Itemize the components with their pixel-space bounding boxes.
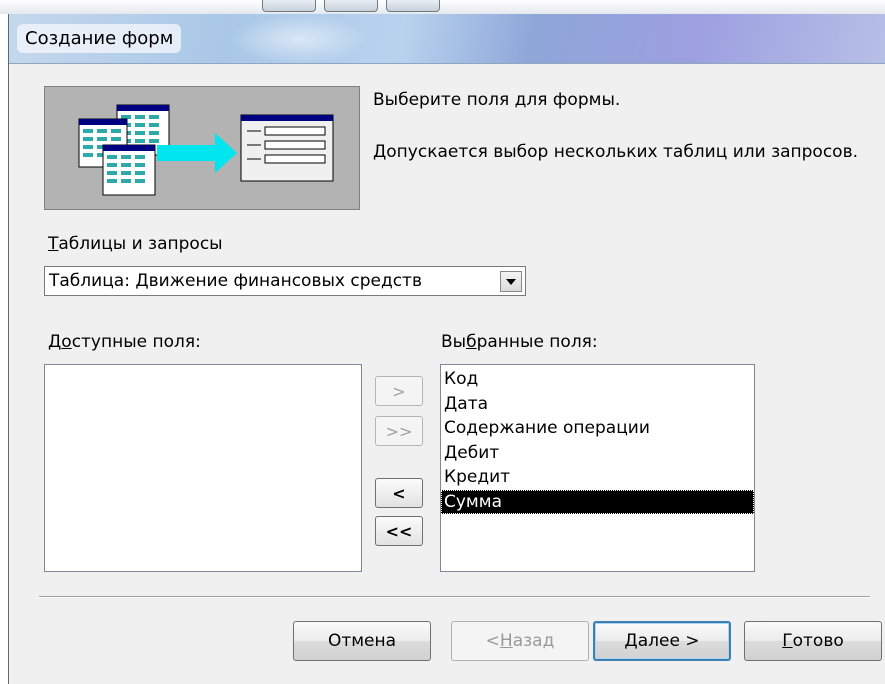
wizard-illustration <box>44 86 360 210</box>
divider <box>39 596 870 598</box>
list-item[interactable]: Дебит <box>441 441 754 466</box>
list-item[interactable]: Дата <box>441 392 754 417</box>
add-all-fields-button[interactable]: >> <box>375 416 423 446</box>
available-fields-list[interactable] <box>44 364 362 572</box>
selected-fields-label: Выбранные поля: <box>441 332 598 352</box>
dropdown-value: Таблица: Движение финансовых средств <box>49 271 422 291</box>
wizard-instruction: Выберите поля для формы. <box>373 90 621 110</box>
selected-fields-list[interactable]: Код Дата Содержание операции Дебит Креди… <box>440 364 755 572</box>
background-window-strip <box>0 0 885 14</box>
list-item[interactable]: Код <box>441 367 754 392</box>
title-bar[interactable]: Создание форм <box>9 14 885 64</box>
list-item-selected[interactable]: Сумма <box>441 489 754 514</box>
cancel-button[interactable]: Отмена <box>293 621 431 661</box>
dialog-body: Выберите поля для формы. Допускается выб… <box>9 64 885 684</box>
background-button <box>262 0 316 12</box>
list-item[interactable]: Содержание операции <box>441 416 754 441</box>
tables-to-form-icon <box>78 104 334 196</box>
window-title: Создание форм <box>17 24 182 53</box>
remove-all-fields-button[interactable]: << <box>375 516 423 546</box>
list-item[interactable]: Кредит <box>441 465 754 490</box>
finish-button[interactable]: Готово <box>744 621 882 661</box>
chevron-down-icon <box>506 278 516 285</box>
background-button <box>386 0 440 12</box>
next-button[interactable]: Далее > <box>593 621 731 661</box>
form-wizard-dialog: Создание форм Выберите поля для формы. Д… <box>8 14 885 684</box>
tables-queries-dropdown[interactable]: Таблица: Движение финансовых средств <box>44 266 526 296</box>
background-button <box>324 0 378 12</box>
wizard-hint: Допускается выбор нескольких таблиц или … <box>373 142 858 162</box>
remove-field-button[interactable]: < <box>375 478 423 508</box>
dropdown-arrow-button[interactable] <box>500 271 522 292</box>
available-fields-label: Доступные поля: <box>48 332 201 352</box>
add-field-button[interactable]: > <box>375 376 423 406</box>
back-button[interactable]: < Назад <box>451 621 589 661</box>
tables-queries-label: Таблицы и запросы <box>48 234 223 254</box>
